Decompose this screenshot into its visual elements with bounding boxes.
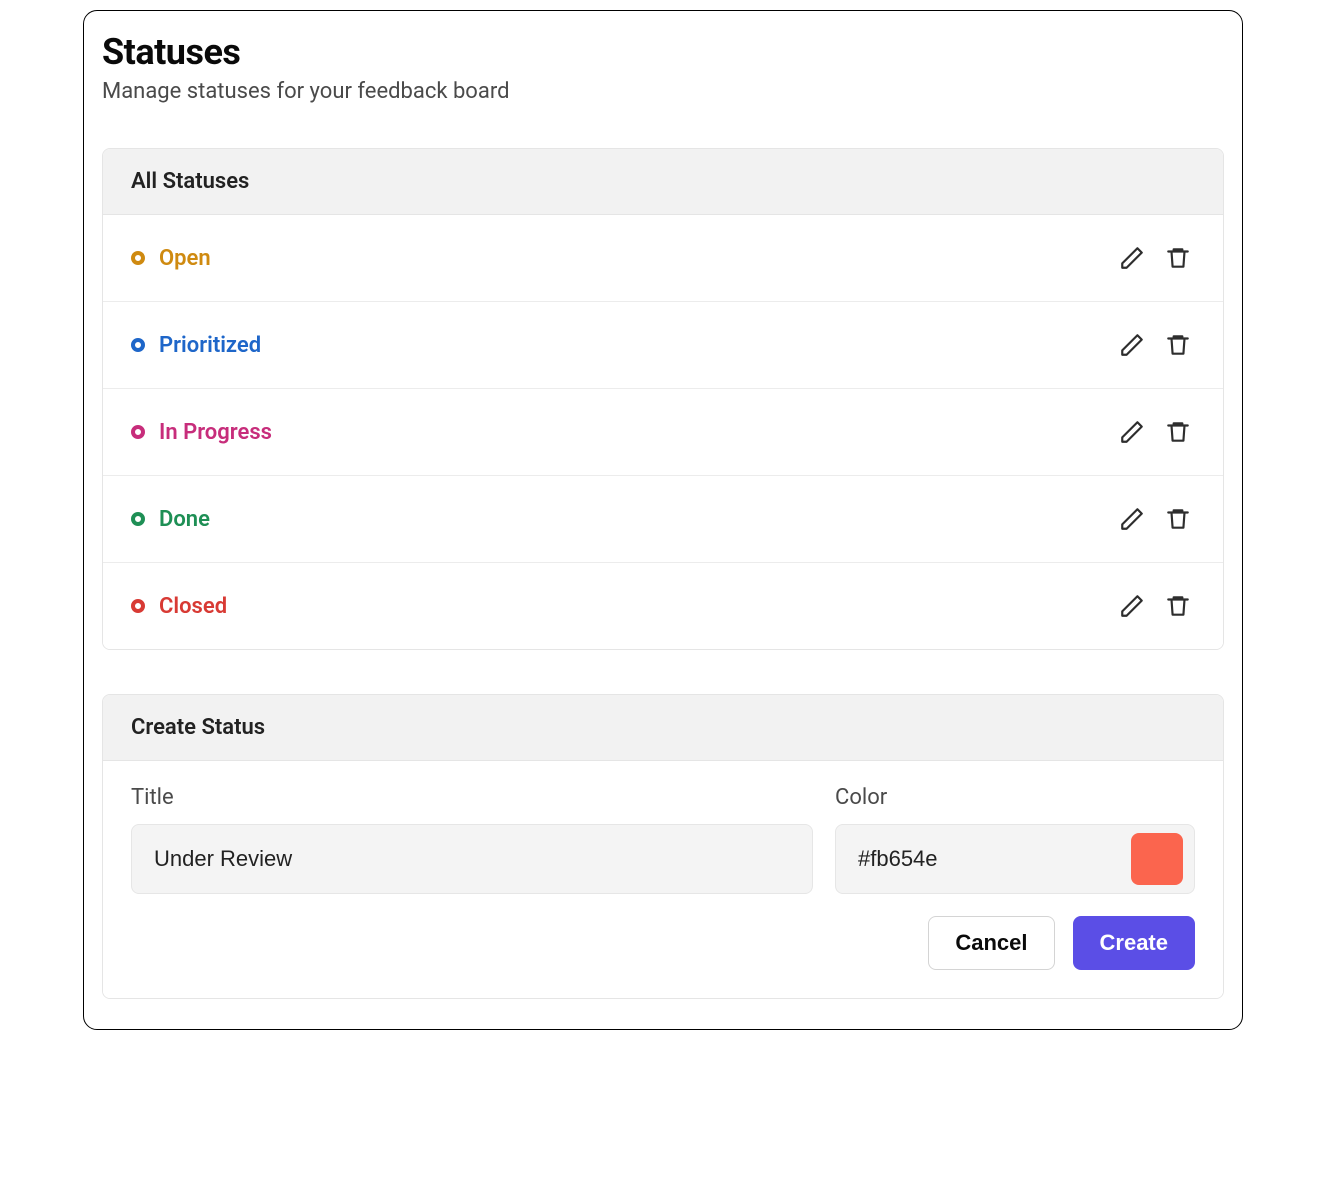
edit-button[interactable] — [1115, 328, 1149, 362]
statuses-modal: Statuses Manage statuses for your feedba… — [83, 10, 1243, 1030]
status-row: Prioritized — [103, 302, 1223, 389]
trash-icon — [1165, 419, 1191, 445]
title-input[interactable] — [131, 824, 813, 894]
status-row: Open — [103, 215, 1223, 302]
status-color-icon — [131, 512, 145, 526]
delete-button[interactable] — [1161, 589, 1195, 623]
status-label: Prioritized — [159, 333, 1115, 358]
delete-button[interactable] — [1161, 328, 1195, 362]
status-row: Done — [103, 476, 1223, 563]
trash-icon — [1165, 506, 1191, 532]
status-row: Closed — [103, 563, 1223, 649]
delete-button[interactable] — [1161, 502, 1195, 536]
row-actions — [1115, 328, 1195, 362]
trash-icon — [1165, 332, 1191, 358]
pencil-icon — [1119, 593, 1145, 619]
page-subtitle: Manage statuses for your feedback board — [102, 79, 1224, 104]
color-field: Color — [835, 785, 1195, 894]
edit-button[interactable] — [1115, 589, 1149, 623]
title-field: Title — [131, 785, 813, 894]
delete-button[interactable] — [1161, 241, 1195, 275]
all-statuses-heading: All Statuses — [103, 149, 1223, 215]
delete-button[interactable] — [1161, 415, 1195, 449]
row-actions — [1115, 589, 1195, 623]
page-title: Statuses — [102, 31, 1224, 73]
status-label: Closed — [159, 594, 1115, 619]
create-status-panel: Create Status Title Color C — [102, 694, 1224, 999]
trash-icon — [1165, 593, 1191, 619]
edit-button[interactable] — [1115, 241, 1149, 275]
pencil-icon — [1119, 245, 1145, 271]
row-actions — [1115, 241, 1195, 275]
status-row: In Progress — [103, 389, 1223, 476]
row-actions — [1115, 502, 1195, 536]
button-row: Cancel Create — [131, 916, 1195, 970]
create-status-body: Title Color Cancel Create — [103, 761, 1223, 998]
create-button[interactable]: Create — [1073, 916, 1195, 970]
form-row: Title Color — [131, 785, 1195, 894]
trash-icon — [1165, 245, 1191, 271]
edit-button[interactable] — [1115, 502, 1149, 536]
status-label: Done — [159, 507, 1115, 532]
status-color-icon — [131, 338, 145, 352]
row-actions — [1115, 415, 1195, 449]
color-label: Color — [835, 785, 1195, 810]
status-color-icon — [131, 599, 145, 613]
status-color-icon — [131, 251, 145, 265]
color-swatch[interactable] — [1131, 833, 1183, 885]
pencil-icon — [1119, 419, 1145, 445]
pencil-icon — [1119, 506, 1145, 532]
status-label: In Progress — [159, 420, 1115, 445]
pencil-icon — [1119, 332, 1145, 358]
status-color-icon — [131, 425, 145, 439]
edit-button[interactable] — [1115, 415, 1149, 449]
title-label: Title — [131, 785, 813, 810]
status-label: Open — [159, 246, 1115, 271]
all-statuses-panel: All Statuses Open Prioritized — [102, 148, 1224, 650]
cancel-button[interactable]: Cancel — [928, 916, 1054, 970]
create-status-heading: Create Status — [103, 695, 1223, 761]
